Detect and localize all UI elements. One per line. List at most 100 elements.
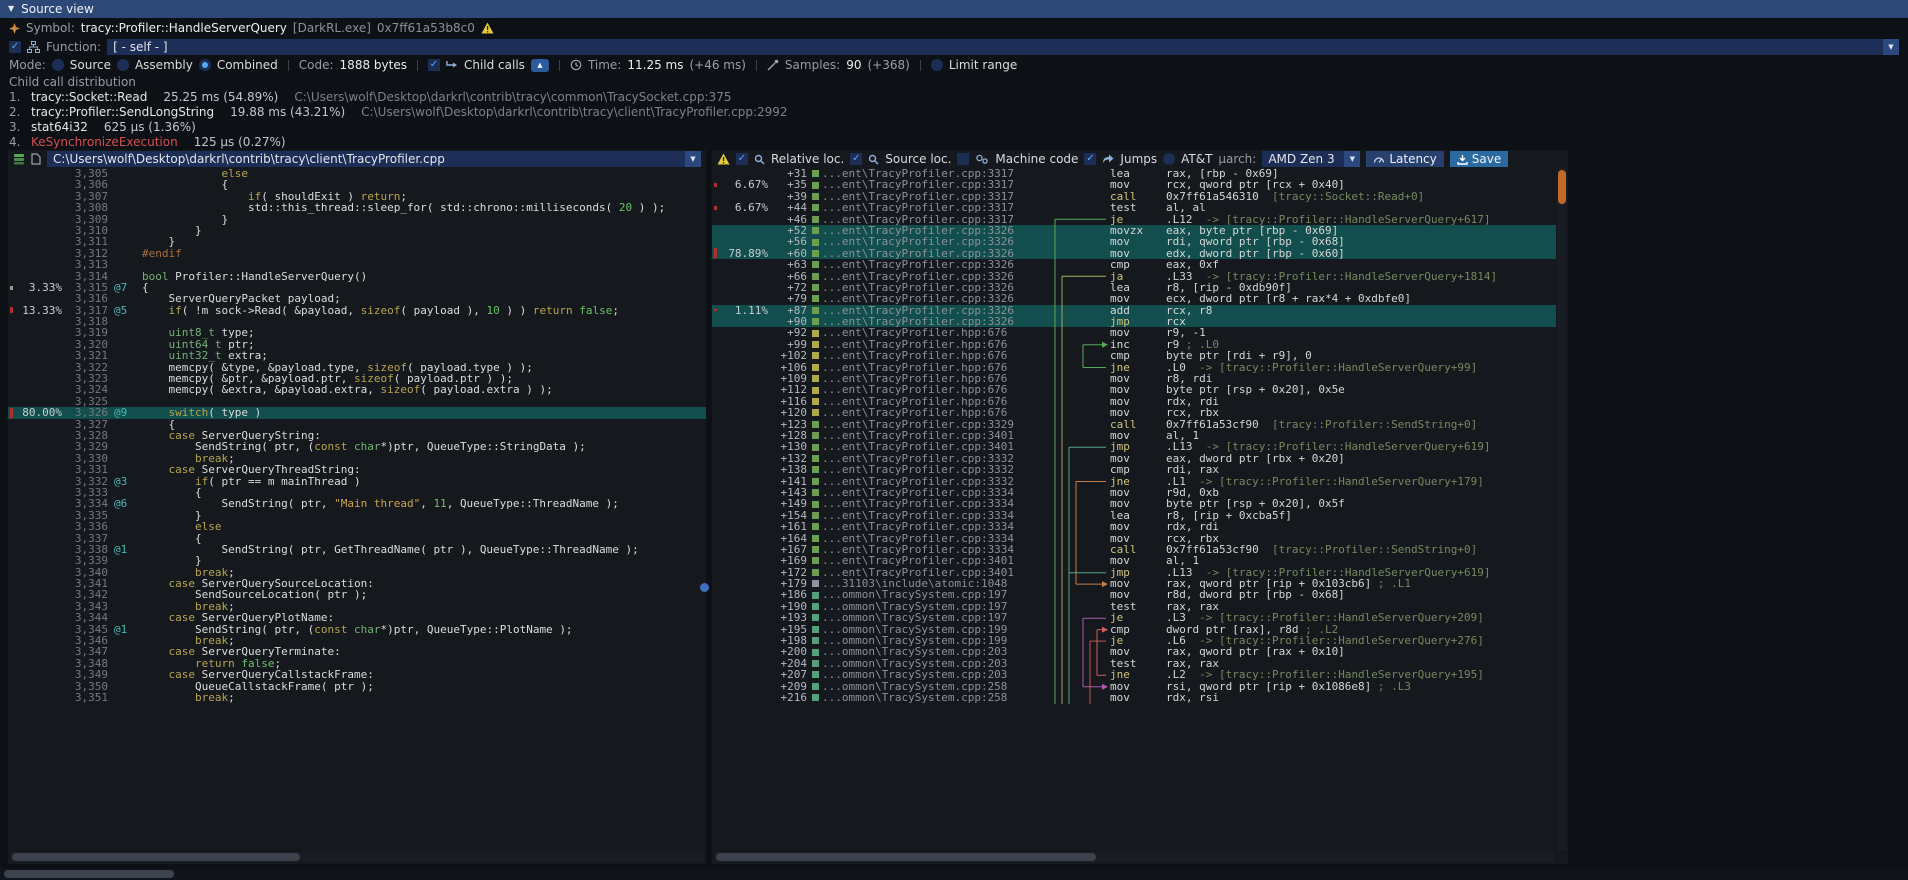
source-line[interactable]: 3,307 if( shouldExit ) return; <box>8 191 706 202</box>
source-line[interactable]: 3,345@1 SendString( ptr, (const char*)pt… <box>8 624 706 635</box>
chevron-down-icon[interactable]: ▼ <box>685 151 701 167</box>
source-line[interactable]: 3,341 case ServerQuerySourceLocation: <box>8 578 706 589</box>
asm-source-location[interactable]: ...ent\TracyProfiler.cpp:3401 <box>822 441 1052 452</box>
source-line[interactable]: 3,343 break; <box>8 601 706 612</box>
asm-row[interactable]: +130...ent\TracyProfiler.cpp:3401jmp.L13… <box>712 441 1556 452</box>
asm-source-location[interactable]: ...ent\TracyProfiler.cpp:3317 <box>822 168 1052 179</box>
source-line[interactable]: 3,348 return false; <box>8 658 706 669</box>
asm-row[interactable]: 78.89%+60...ent\TracyProfiler.cpp:3326mo… <box>712 248 1556 259</box>
function-checkbox[interactable]: ✓ <box>9 41 21 53</box>
window-hscrollbar[interactable] <box>0 868 1908 880</box>
asm-row[interactable]: +52...ent\TracyProfiler.cpp:3326movzxeax… <box>712 225 1556 236</box>
source-line[interactable]: 3,331 case ServerQueryThreadString: <box>8 464 706 475</box>
asm-source-location[interactable]: ...ent\TracyProfiler.cpp:3326 <box>822 282 1052 293</box>
asm-source-location[interactable]: ...ent\TracyProfiler.hpp:676 <box>822 373 1052 384</box>
source-line[interactable]: 3,327 { <box>8 419 706 430</box>
asm-row[interactable]: +186...ommon\TracySystem.cpp:197movr8d, … <box>712 589 1556 600</box>
limit-range-label[interactable]: Limit range <box>949 58 1017 72</box>
mode-assembly-radio[interactable] <box>117 59 129 71</box>
asm-source-location[interactable]: ...ent\TracyProfiler.cpp:3401 <box>822 555 1052 566</box>
asm-source-location[interactable]: ...ent\TracyProfiler.cpp:3334 <box>822 521 1052 532</box>
asm-row[interactable]: +141...ent\TracyProfiler.cpp:3332jne.L1 … <box>712 476 1556 487</box>
source-line[interactable]: 3,342 SendSourceLocation( ptr ); <box>8 589 706 600</box>
source-line[interactable]: 3,313 <box>8 259 706 270</box>
source-line[interactable]: 3,347 case ServerQueryTerminate: <box>8 646 706 657</box>
child-call-row[interactable]: 4.KeSynchronizeExecution125 μs (0.27%) <box>9 135 1899 150</box>
asm-row[interactable]: +56...ent\TracyProfiler.cpp:3326movrdi, … <box>712 236 1556 247</box>
source-line[interactable]: 3,318 <box>8 316 706 327</box>
asm-row[interactable]: +190...ommon\TracySystem.cpp:197testrax,… <box>712 601 1556 612</box>
child-calls-up-button[interactable]: ▲ <box>531 59 549 72</box>
source-code-view[interactable]: 3,305 else3,306 {3,307 if( shouldExit ) … <box>8 168 706 850</box>
asm-row[interactable]: +46...ent\TracyProfiler.cpp:3317je.L12 -… <box>712 214 1556 225</box>
asm-row[interactable]: +31...ent\TracyProfiler.cpp:3317learax, … <box>712 168 1556 179</box>
asm-row[interactable]: +132...ent\TracyProfiler.cpp:3332moveax,… <box>712 453 1556 464</box>
child-call-row[interactable]: 2.tracy::Profiler::SendLongString19.88 m… <box>9 105 1899 120</box>
source-line[interactable]: 3,320 uint64_t ptr; <box>8 339 706 350</box>
source-line[interactable]: 3.33%3,315@7{ <box>8 282 706 293</box>
asm-source-location[interactable]: ...ent\TracyProfiler.cpp:3334 <box>822 487 1052 498</box>
source-hscrollbar[interactable] <box>10 852 704 862</box>
scrollbar-handle[interactable] <box>4 870 174 878</box>
asm-row[interactable]: +195...ommon\TracySystem.cpp:199cmpdword… <box>712 624 1556 635</box>
scrollbar-handle[interactable] <box>1558 170 1566 204</box>
source-line[interactable]: 3,323 memcpy( &ptr, &payload.ptr, sizeof… <box>8 373 706 384</box>
source-line[interactable]: 3,335 } <box>8 510 706 521</box>
asm-source-location[interactable]: ...ent\TracyProfiler.cpp:3326 <box>822 248 1052 259</box>
source-line[interactable]: 3,325 <box>8 396 706 407</box>
mode-combined-radio[interactable] <box>199 59 211 71</box>
asm-source-location[interactable]: ...ommon\TracySystem.cpp:197 <box>822 601 1052 612</box>
source-line[interactable]: 3,322 memcpy( &type, &payload.type, size… <box>8 362 706 373</box>
asm-row[interactable]: 6.67%+44...ent\TracyProfiler.cpp:3317tes… <box>712 202 1556 213</box>
source-line[interactable]: 3,334@6 SendString( ptr, "Main thread", … <box>8 498 706 509</box>
source-line[interactable]: 3,332@3 if( ptr == m_mainThread ) <box>8 476 706 487</box>
asm-row[interactable]: +39...ent\TracyProfiler.cpp:3317call0x7f… <box>712 191 1556 202</box>
asm-source-location[interactable]: ...ommon\TracySystem.cpp:199 <box>822 624 1052 635</box>
source-line[interactable]: 3,319 uint8_t type; <box>8 327 706 338</box>
asm-row[interactable]: +209...ommon\TracySystem.cpp:258movrsi, … <box>712 681 1556 692</box>
asm-row[interactable]: +106...ent\TracyProfiler.hpp:676jne.L0 -… <box>712 362 1556 373</box>
scrollbar-handle[interactable] <box>12 853 300 861</box>
asm-source-location[interactable]: ...ent\TracyProfiler.hpp:676 <box>822 339 1052 350</box>
asm-source-location[interactable]: ...ent\TracyProfiler.cpp:3332 <box>822 464 1052 475</box>
scrollbar-handle[interactable] <box>716 853 1096 861</box>
asm-source-location[interactable]: ...ent\TracyProfiler.cpp:3326 <box>822 225 1052 236</box>
source-line[interactable]: 3,324 memcpy( &extra, &payload.extra, si… <box>8 384 706 395</box>
source-line[interactable]: 13.33%3,317@5 if( !m_sock->Read( &payloa… <box>8 305 706 316</box>
asm-row[interactable]: +72...ent\TracyProfiler.cpp:3326lear8, [… <box>712 282 1556 293</box>
source-line[interactable]: 3,351 break; <box>8 692 706 703</box>
asm-source-location[interactable]: ...ent\TracyProfiler.hpp:676 <box>822 384 1052 395</box>
child-calls-checkbox[interactable]: ✓ <box>428 59 440 71</box>
source-loc-checkbox[interactable]: ✓ <box>850 153 862 165</box>
jumps-label[interactable]: Jumps <box>1120 152 1157 166</box>
source-line[interactable]: 3,330 break; <box>8 453 706 464</box>
asm-source-location[interactable]: ...ent\TracyProfiler.cpp:3334 <box>822 533 1052 544</box>
asm-row[interactable]: +164...ent\TracyProfiler.cpp:3334movrcx,… <box>712 533 1556 544</box>
asm-row[interactable]: +149...ent\TracyProfiler.cpp:3334movbyte… <box>712 498 1556 509</box>
asm-source-location[interactable]: ...ent\TracyProfiler.cpp:3332 <box>822 453 1052 464</box>
source-line[interactable]: 3,349 case ServerQueryCallstackFrame: <box>8 669 706 680</box>
child-calls-label[interactable]: Child calls <box>464 58 525 72</box>
asm-row[interactable]: +123...ent\TracyProfiler.cpp:3329call0x7… <box>712 419 1556 430</box>
source-line[interactable]: 3,314bool Profiler::HandleServerQuery() <box>8 271 706 282</box>
source-line[interactable]: 3,337 { <box>8 533 706 544</box>
asm-source-location[interactable]: ...ent\TracyProfiler.cpp:3401 <box>822 567 1052 578</box>
asm-row[interactable]: +99...ent\TracyProfiler.hpp:676incr9 ; .… <box>712 339 1556 350</box>
asm-row[interactable]: +154...ent\TracyProfiler.cpp:3334lear8, … <box>712 510 1556 521</box>
asm-source-location[interactable]: ...ommon\TracySystem.cpp:258 <box>822 692 1052 703</box>
asm-row[interactable]: +116...ent\TracyProfiler.hpp:676movrdx, … <box>712 396 1556 407</box>
asm-source-location[interactable]: ...ommon\TracySystem.cpp:199 <box>822 635 1052 646</box>
asm-row[interactable]: +92...ent\TracyProfiler.hpp:676movr9, -1 <box>712 327 1556 338</box>
asm-source-location[interactable]: ...ent\TracyProfiler.hpp:676 <box>822 350 1052 361</box>
asm-source-location[interactable]: ...ent\TracyProfiler.cpp:3334 <box>822 544 1052 555</box>
asm-row[interactable]: +112...ent\TracyProfiler.hpp:676movbyte … <box>712 384 1556 395</box>
asm-source-location[interactable]: ...ent\TracyProfiler.cpp:3401 <box>822 430 1052 441</box>
asm-row[interactable]: +143...ent\TracyProfiler.cpp:3334movr9d,… <box>712 487 1556 498</box>
source-line[interactable]: 3,306 { <box>8 179 706 190</box>
asm-source-location[interactable]: ...ent\TracyProfiler.cpp:3334 <box>822 498 1052 509</box>
asm-row[interactable]: +66...ent\TracyProfiler.cpp:3326ja.L33 -… <box>712 271 1556 282</box>
source-file-combo[interactable]: C:\Users\wolf\Desktop\darkrl\contrib\tra… <box>47 151 701 167</box>
asm-row[interactable]: +63...ent\TracyProfiler.cpp:3326cmpeax, … <box>712 259 1556 270</box>
source-line[interactable]: 3,340 break; <box>8 567 706 578</box>
asm-row[interactable]: +200...ommon\TracySystem.cpp:203movrax, … <box>712 646 1556 657</box>
